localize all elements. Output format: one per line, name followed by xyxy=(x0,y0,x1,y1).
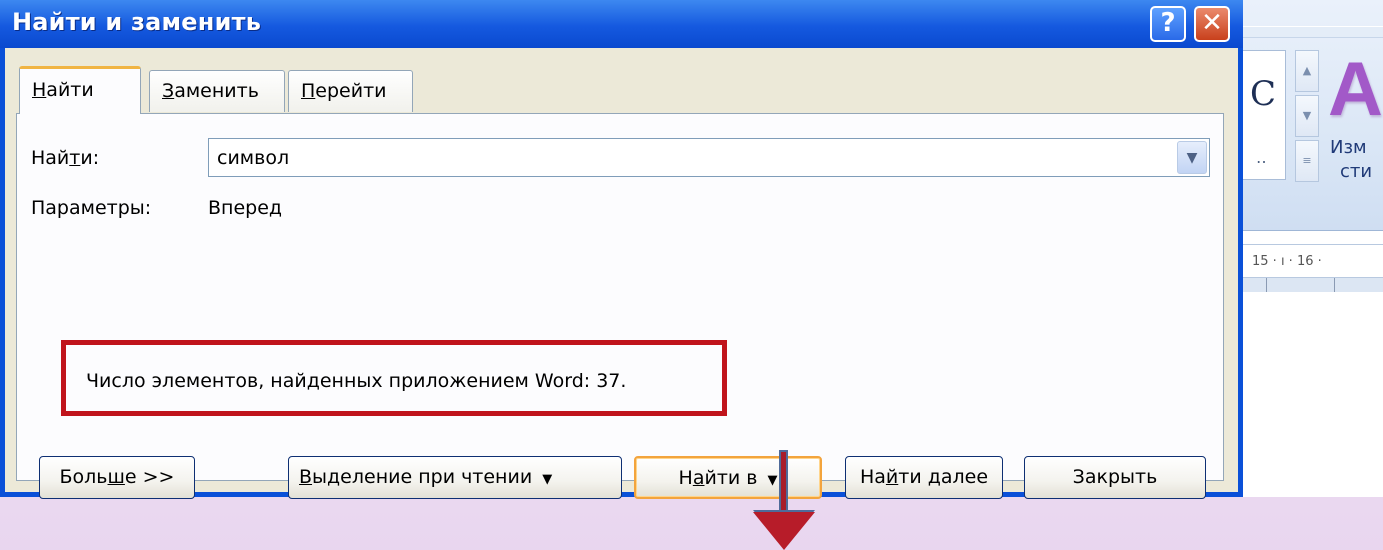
find-what-label: Найти: xyxy=(31,147,99,169)
help-button[interactable]: ? xyxy=(1150,6,1186,42)
dialog-client-area: Найти Заменить Перейти Найти: ▼ Параметр… xyxy=(5,48,1238,550)
more-label-post: е >> xyxy=(124,466,175,488)
more-label-mnemonic: ш xyxy=(107,466,125,488)
ruler-strip xyxy=(1240,278,1383,292)
find-what-combobox[interactable]: ▼ xyxy=(208,138,1210,177)
gallery-down-button[interactable]: ▼ xyxy=(1295,95,1319,137)
change-styles-label-line2: сти xyxy=(1340,161,1373,183)
change-styles-icon[interactable]: A xyxy=(1328,52,1383,128)
gallery-scroll-buttons: ▲ ▼ ≡ xyxy=(1295,50,1319,182)
change-styles-label[interactable]: Изм сти xyxy=(1330,136,1372,185)
ruler-tick xyxy=(1266,278,1267,292)
find-label-post: и: xyxy=(80,147,100,169)
ruler-tick xyxy=(1334,278,1335,292)
tab-replace-mnemonic: З xyxy=(162,80,175,102)
findin-label-post: йти в xyxy=(704,467,758,489)
dialog-title: Найти и заменить xyxy=(12,8,262,36)
find-replace-dialog: Найти и заменить ? ✕ Найти Заменить Пере… xyxy=(0,0,1243,550)
findin-label-mnemonic: а xyxy=(692,467,705,489)
word-ribbon: C ‥ ▲ ▼ ≡ A Изм сти xyxy=(1240,0,1383,231)
more-button[interactable]: Больше >> xyxy=(39,456,195,499)
tab-replace[interactable]: Заменить xyxy=(149,70,285,112)
tab-goto[interactable]: Перейти xyxy=(288,70,413,112)
findnext-label-pre: На xyxy=(859,466,886,488)
find-label-pre: Най xyxy=(31,147,70,169)
style-preview-dots: ‥ xyxy=(1256,148,1268,167)
dropdown-arrow-icon: ▼ xyxy=(767,473,778,488)
reading-highlight-button[interactable]: Выделение при чтении ▼ xyxy=(288,456,622,499)
gallery-up-button[interactable]: ▲ xyxy=(1295,50,1319,92)
findnext-label-mnemonic: й xyxy=(885,466,899,488)
more-label-pre: Боль xyxy=(59,466,108,488)
close-button[interactable]: Закрыть xyxy=(1024,456,1206,499)
word-background-window: C ‥ ▲ ▼ ≡ A Изм сти 15 · ı · 16 · xyxy=(1240,0,1383,497)
tab-find-label: айти xyxy=(46,79,94,101)
gallery-more-button[interactable]: ≡ xyxy=(1295,140,1319,182)
results-count-message: Число элементов, найденных приложением W… xyxy=(86,370,627,392)
options-value: Вперед xyxy=(208,197,283,219)
dropdown-arrow-icon: ▼ xyxy=(542,472,553,487)
style-preview-letter: C xyxy=(1250,74,1277,114)
findnext-label-post: ти далее xyxy=(898,466,989,488)
highlight-label: ыделение при чтении xyxy=(312,466,533,488)
find-label-mnemonic: т xyxy=(69,147,81,169)
find-what-input[interactable] xyxy=(209,139,1169,176)
highlight-label-mnemonic: В xyxy=(299,466,313,488)
options-label: Параметры: xyxy=(31,197,152,219)
change-styles-label-line1: Изм xyxy=(1330,137,1367,158)
chevron-down-icon[interactable]: ▼ xyxy=(1177,141,1207,174)
tab-goto-mnemonic: П xyxy=(301,80,316,102)
findin-label-pre: Н xyxy=(678,467,693,489)
tab-find[interactable]: Найти xyxy=(19,66,141,114)
horizontal-ruler: 15 · ı · 16 · xyxy=(1240,244,1383,278)
annotation-arrow-down-icon xyxy=(753,512,815,550)
tab-replace-label: аменить xyxy=(174,80,259,102)
find-tab-panel: Найти: ▼ Параметры: Вперед Число элемент… xyxy=(16,113,1224,550)
close-window-button[interactable]: ✕ xyxy=(1194,6,1230,42)
dialog-titlebar[interactable]: Найти и заменить ? ✕ xyxy=(0,0,1243,48)
ribbon-tab-strip xyxy=(1240,26,1383,38)
annotation-arrow-shaft xyxy=(779,450,788,516)
results-highlight-box: Число элементов, найденных приложением W… xyxy=(61,340,727,416)
find-in-button[interactable]: Найти в ▼ xyxy=(634,456,822,499)
find-next-button[interactable]: Найти далее xyxy=(845,456,1003,499)
tab-goto-label: ерейти xyxy=(315,80,387,102)
tab-find-mnemonic: Н xyxy=(32,79,47,101)
